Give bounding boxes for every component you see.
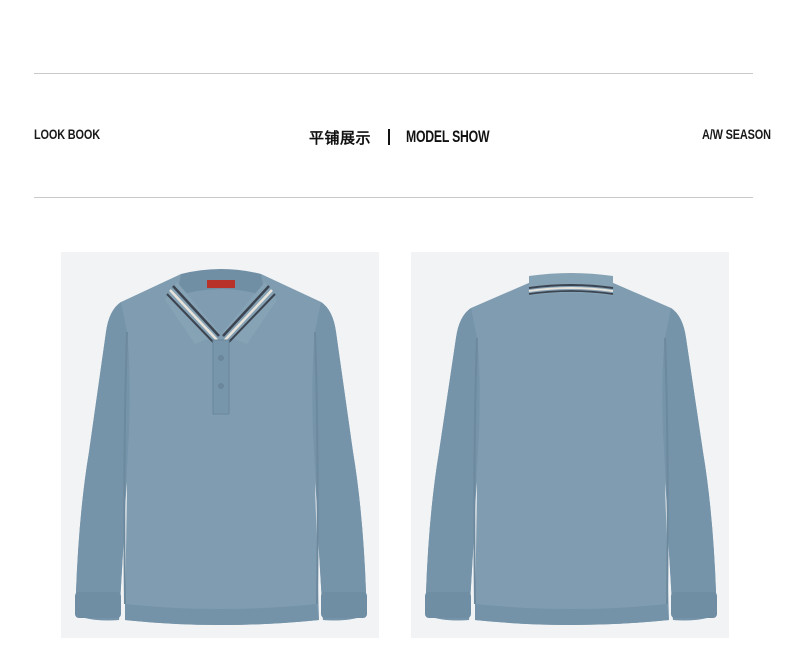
- product-image-back: [411, 252, 729, 638]
- button-icon: [218, 355, 224, 361]
- season-label: A/W SEASON: [702, 126, 771, 142]
- polo-shirt-back-image: [425, 273, 717, 625]
- button-icon: [218, 383, 224, 389]
- title-separator: [388, 129, 391, 145]
- top-divider-line: [34, 73, 753, 74]
- polo-shirt-front-image: [75, 269, 367, 625]
- brand-label-icon: [207, 280, 235, 288]
- bottom-divider-line: [34, 197, 753, 198]
- look-book-label: LOOK BOOK: [34, 126, 100, 142]
- product-image-front: [61, 252, 379, 638]
- section-title-en: MODEL SHOW: [406, 127, 490, 146]
- section-title-cn: 平铺展示: [309, 128, 372, 147]
- section-title: 平铺展示 MODEL SHOW: [309, 124, 522, 150]
